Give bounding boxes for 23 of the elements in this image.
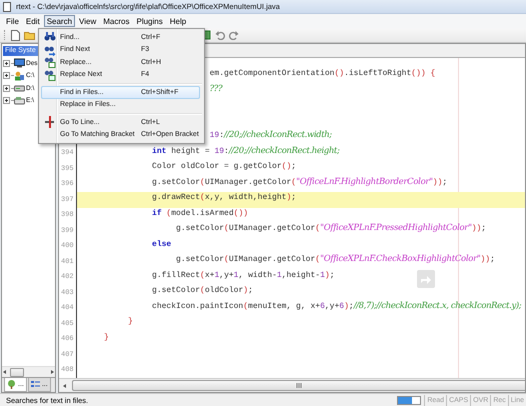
code-line: ??? [210, 84, 222, 96]
code-line: else [152, 238, 172, 250]
menu-bar-item[interactable]: Help [166, 15, 190, 27]
code-line: g.setColor(UIManager.getColor("OfficeXPLnF.CheckBoxHighlightColor")); [176, 254, 495, 266]
code-line: g.setColor(UIManager.getColor("OfficeXPLnF.PressedHighlightColor")); [176, 223, 486, 235]
code-line: } [128, 316, 133, 328]
menu-bar-item[interactable]: File [3, 15, 22, 27]
menu-bar-item[interactable]: Edit [22, 15, 43, 27]
code-line: } [104, 332, 109, 344]
code-line: int height = 19://20;//checkIconRect.height; [152, 146, 340, 158]
menu-bar-item[interactable]: Plugins [133, 15, 166, 27]
code-line: Color oldColor = g.getColor(); [152, 161, 296, 173]
menu-bar-item[interactable]: Search [44, 15, 76, 27]
code-line: 19://20;//checkIconRect.width; [210, 130, 332, 142]
menu-bar-item[interactable]: View [76, 15, 100, 27]
code-line: g.setColor(oldColor); [152, 285, 253, 297]
code-line: checkIcon.paintIcon(menuItem, g, x+6,y+6);//8,7);//checkIconRect.x, checkIconRect.y); [152, 300, 522, 312]
code-line: em.getComponentOrientation().isLeftToRight()) { [210, 68, 436, 80]
code-line: if (model.isArmed()) [152, 208, 248, 220]
code-line: g.fillRect(x+1,y+1, width-1,height-1); [152, 270, 335, 282]
menu-bar-item[interactable]: Macros [100, 15, 132, 27]
code-line: g.setColor(UIManager.getColor("OfficeLnF.HighlightBorderColor")); [152, 176, 448, 188]
code-line: g.drawRect(x,y, width,height); [152, 192, 296, 204]
